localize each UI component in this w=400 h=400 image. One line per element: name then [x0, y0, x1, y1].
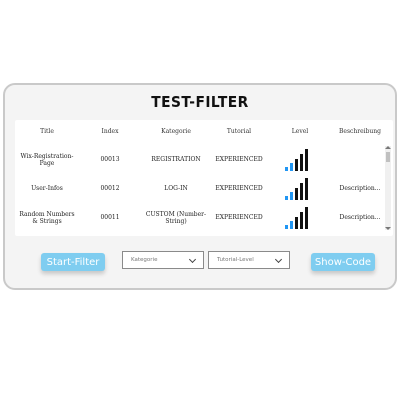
level-bar	[290, 192, 293, 200]
tutorial-level-select-placeholder: Tutorial-Level	[217, 257, 254, 263]
row-index: 00011	[100, 214, 120, 222]
scroll-down-icon[interactable]	[385, 227, 391, 230]
level-bar	[305, 207, 308, 229]
level-bar	[285, 167, 288, 171]
header-index: Index	[101, 128, 119, 135]
level-bar	[300, 212, 303, 229]
level-bar	[285, 196, 288, 200]
level-bar	[300, 183, 303, 200]
scroll-up-icon[interactable]	[385, 146, 391, 149]
kategorie-select[interactable]: Kategorie	[122, 251, 204, 269]
row-index: 00012	[100, 185, 120, 193]
kategorie-select-placeholder: Kategorie	[131, 257, 158, 263]
filter-card: TEST-FILTER Title Index Kategorie Tutori…	[3, 83, 397, 290]
level-bar	[305, 149, 308, 171]
row-beschreibung	[335, 146, 385, 174]
level-indicator	[285, 175, 325, 203]
row-kategorie: LOG-IN	[164, 185, 188, 193]
table-row[interactable]: User-Infos 00012 LOG-IN EXPERIENCED Desc…	[15, 175, 385, 203]
row-tutorial: EXPERIENCED	[215, 214, 263, 222]
start-filter-button[interactable]: Start-Filter	[41, 253, 105, 271]
show-code-button[interactable]: Show-Code	[311, 253, 375, 271]
chevron-down-icon	[274, 255, 283, 264]
level-bar	[300, 154, 303, 171]
level-bar	[305, 178, 308, 200]
header-title: Title	[40, 128, 54, 135]
level-bar	[295, 217, 298, 229]
chevron-down-icon	[188, 255, 197, 264]
level-bar	[285, 225, 288, 229]
row-beschreibung: Description...	[339, 185, 381, 193]
tutorial-level-select[interactable]: Tutorial-Level	[208, 251, 290, 269]
row-tutorial: EXPERIENCED	[215, 156, 263, 164]
row-title: Random Numbers & Strings	[19, 210, 75, 226]
row-title: Wix-Registration-Page	[20, 152, 74, 168]
header-level: Level	[291, 128, 309, 135]
row-kategorie: CUSTOM (Number-String)	[145, 210, 207, 226]
row-beschreibung: Description...	[339, 214, 381, 222]
level-bar	[290, 163, 293, 171]
table-row[interactable]: Random Numbers & Strings 00011 CUSTOM (N…	[15, 204, 385, 232]
row-index: 00013	[100, 156, 120, 164]
level-indicator	[285, 204, 325, 232]
level-bar	[295, 188, 298, 200]
results-table: Title Index Kategorie Tutorial Level Bes…	[15, 120, 393, 236]
header-tutorial: Tutorial	[226, 128, 252, 135]
header-kategorie: Kategorie	[161, 128, 191, 135]
scroll-thumb[interactable]	[386, 152, 390, 162]
level-bar	[290, 221, 293, 229]
row-title: User-Infos	[31, 185, 63, 193]
header-beschreibung: Beschreibung	[338, 128, 381, 135]
row-kategorie: REGISTRATION	[151, 156, 201, 164]
row-tutorial: EXPERIENCED	[215, 185, 263, 193]
table-scrollbar[interactable]	[385, 146, 391, 230]
level-indicator	[285, 146, 325, 174]
page-title: TEST-FILTER	[151, 93, 249, 111]
table-row[interactable]: Wix-Registration-Page 00013 REGISTRATION…	[15, 146, 385, 174]
table-header: Title Index Kategorie Tutorial Level Bes…	[15, 120, 385, 144]
level-bar	[295, 159, 298, 171]
